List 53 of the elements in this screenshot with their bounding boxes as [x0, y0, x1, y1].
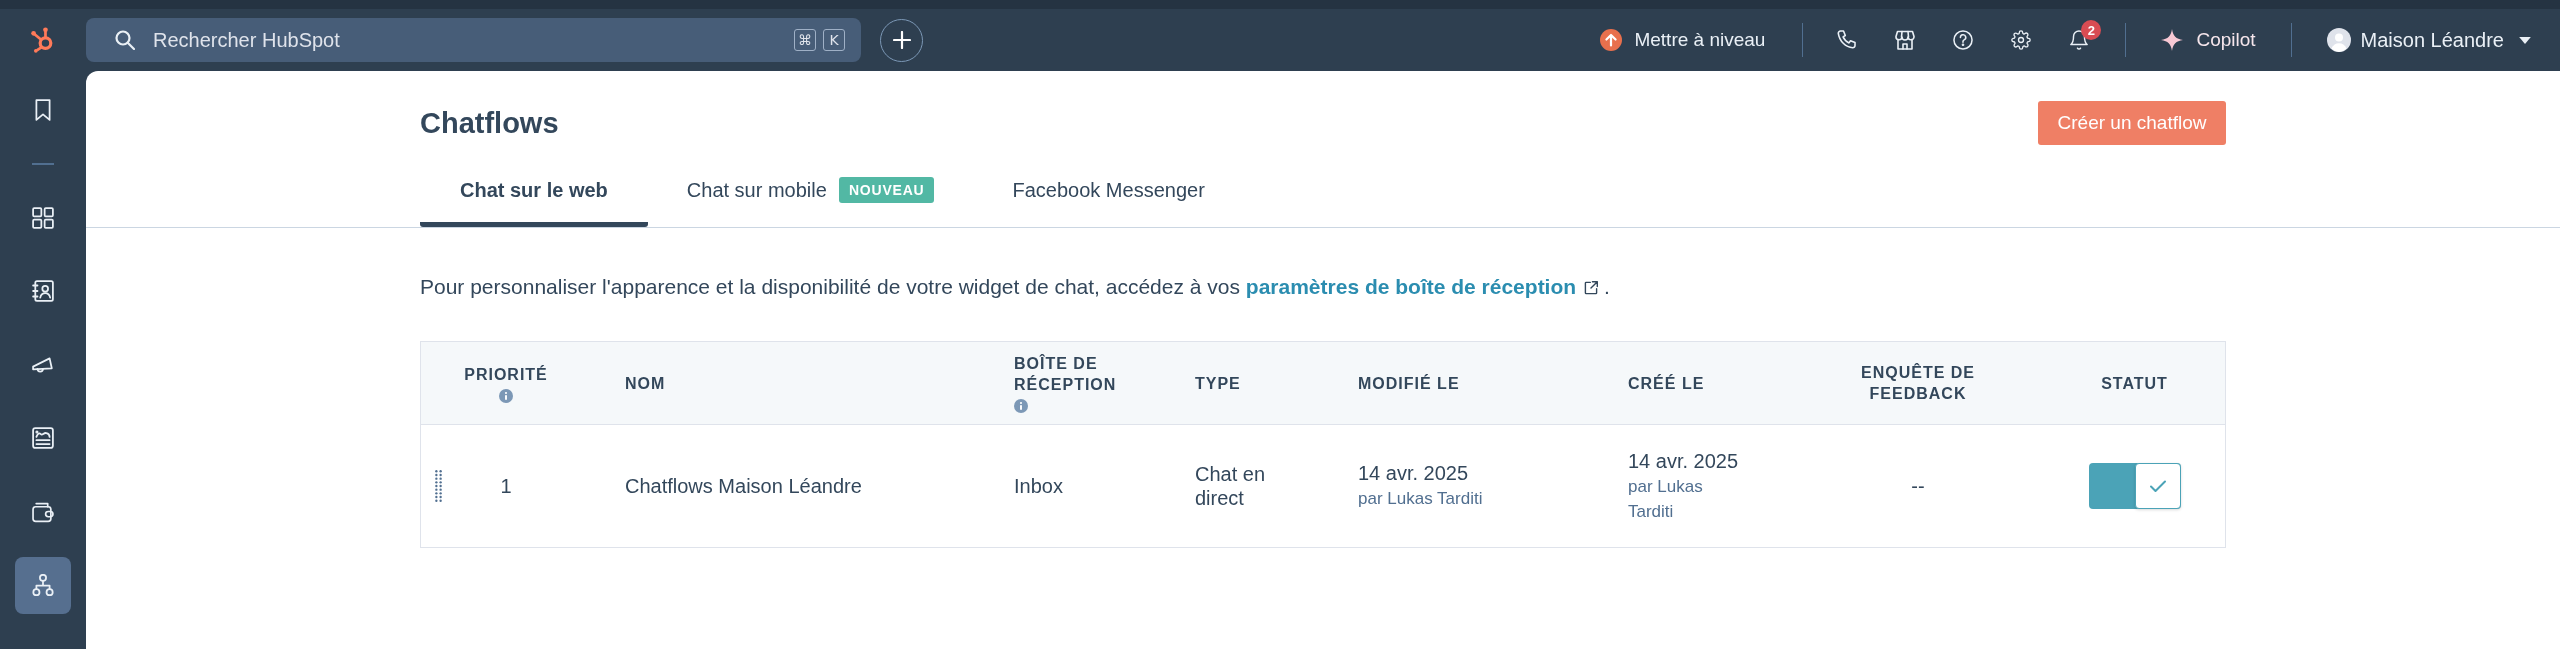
org-chart-icon: [32, 574, 54, 596]
column-header: PRIORITÉ: [464, 364, 548, 385]
grid-icon: [32, 206, 54, 229]
store-icon[interactable]: [1895, 30, 1916, 50]
column-header: BOÎTE DE RÉCEPTION: [1014, 353, 1118, 395]
avatar-icon: [2326, 28, 2351, 52]
tab[interactable]: Chat sur mobile NOUVEAU: [647, 153, 974, 227]
check-icon: [2149, 480, 2166, 492]
shortcut-key: K: [823, 29, 845, 51]
new-badge: NOUVEAU: [838, 177, 935, 203]
search-icon: [115, 30, 135, 50]
column-header: ENQUÊTE DE FEEDBACK: [1860, 362, 1976, 404]
drag-handle-icon[interactable]: [435, 470, 442, 502]
search-input[interactable]: Rechercher HubSpot: [153, 25, 794, 55]
author-text: par Lukas Tarditi: [1628, 475, 1704, 523]
table-cell-text: Chat en direct: [1195, 462, 1267, 510]
shortcut-key: ⌘: [794, 29, 816, 51]
plus-icon: [892, 31, 911, 49]
phone-icon[interactable]: [1837, 30, 1858, 50]
tab[interactable]: Chat sur le web: [420, 153, 648, 227]
arrow-up-icon: [1600, 29, 1623, 51]
external-link-icon: [1584, 281, 1599, 295]
column-header: MODIFIÉ LE: [1358, 373, 1460, 394]
table-cell: --: [1911, 474, 1925, 498]
column-header: STATUT: [2101, 373, 2168, 394]
notification-badge: 2: [2081, 20, 2102, 40]
wallet-icon: [32, 500, 54, 523]
table-cell: Inbox: [1014, 474, 1063, 498]
report-icon: [32, 427, 54, 449]
copilot-button[interactable]: Copilot: [2161, 29, 2256, 51]
caret-icon: [2519, 36, 2531, 44]
search-field[interactable]: Rechercher HubSpot ⌘ K: [86, 18, 861, 62]
table-cell: Chatflows Maison Léandre: [625, 474, 862, 498]
bell-icon[interactable]: [2069, 30, 2090, 50]
date-text: 14 avr. 2025: [1628, 448, 1739, 474]
column-header: TYPE: [1195, 373, 1241, 394]
page-title: Chatflows: [420, 106, 559, 140]
column-header: CRÉÉ LE: [1628, 373, 1705, 394]
contacts-icon: [32, 280, 54, 302]
date-text: 14 avr. 2025: [1358, 461, 1469, 486]
help-icon[interactable]: [1953, 30, 1974, 50]
tab[interactable]: Facebook Messenger: [973, 153, 1244, 227]
column-header: NOM: [625, 373, 666, 394]
status-toggle[interactable]: [2088, 463, 2181, 509]
inbox-settings-link[interactable]: paramètres de boîte de réception: [1245, 275, 1599, 298]
table-cell: 1: [500, 474, 512, 498]
author-text: par Lukas Tarditi: [1358, 488, 1483, 510]
upgrade-button[interactable]: Mettre à niveau: [1600, 29, 1766, 51]
sparkle-icon: [2161, 29, 2184, 51]
account-menu[interactable]: Maison Léandre: [2326, 28, 2531, 52]
intro-text: Pour personnaliser l'apparence et la disponibilité de votre widget de chat, accédez à vos paramètres de boîte de réception .: [420, 274, 1611, 300]
sidebar-item[interactable]: [15, 556, 71, 614]
settings-icon[interactable]: [2011, 30, 2032, 50]
